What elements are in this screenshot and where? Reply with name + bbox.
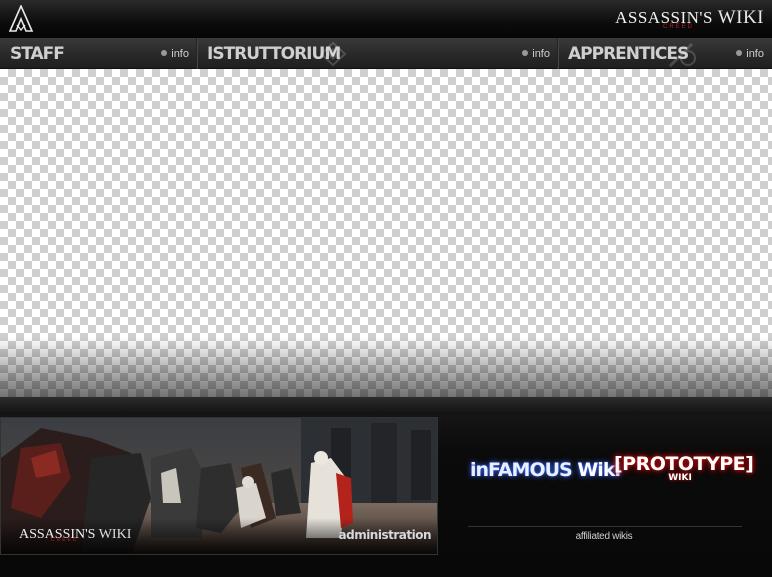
crest-watermark-icon [319, 41, 347, 67]
info-link-istruttorium[interactable]: info [522, 48, 550, 60]
content-fade [0, 337, 772, 397]
site-brand[interactable]: ASSASSIN'S WIKI CREED [615, 7, 764, 30]
footer-band [0, 397, 772, 415]
top-bar: ASSASSIN'S WIKI CREED [0, 0, 772, 38]
brand-wiki: WIKI [717, 7, 764, 28]
nav-section-staff[interactable]: STAFF info [0, 38, 198, 69]
transparent-content-area [0, 69, 772, 397]
nav-title-staff[interactable]: STAFF [10, 44, 65, 64]
bullet-icon [522, 50, 529, 56]
infamous-wiki-logo[interactable]: inFAMOUS Wiki [464, 455, 626, 487]
info-link-apprentices[interactable]: info [736, 48, 764, 60]
prototype-wiki-logo[interactable]: [PROTOTYPE] WIKI [614, 453, 754, 483]
administration-link[interactable]: administration [339, 528, 432, 542]
affiliated-wikis-panel: inFAMOUS Wiki [PROTOTYPE] WIKI affiliate… [448, 417, 772, 555]
assassins-creed-emblem-icon[interactable] [8, 5, 34, 33]
nav-section-istruttorium[interactable]: ISTRUTTORIUM info [197, 38, 559, 69]
affiliates-divider [468, 526, 742, 527]
section-nav: STAFF info ISTRUTTORIUM info APPRENTICES… [0, 38, 772, 69]
bullet-icon [736, 50, 743, 56]
sword-watermark-icon [668, 42, 696, 68]
nav-section-apprentices[interactable]: APPRENTICES info [558, 38, 772, 69]
info-link-staff[interactable]: info [161, 48, 189, 60]
administration-panel[interactable]: ASSASSIN'S WIKI CREED administration [0, 417, 438, 555]
admin-brand: ASSASSIN'S WIKI CREED [19, 527, 132, 543]
bullet-icon [161, 50, 168, 56]
affiliated-wikis-label: affiliated wikis [575, 531, 633, 542]
brand-sub: CREED [662, 24, 694, 30]
